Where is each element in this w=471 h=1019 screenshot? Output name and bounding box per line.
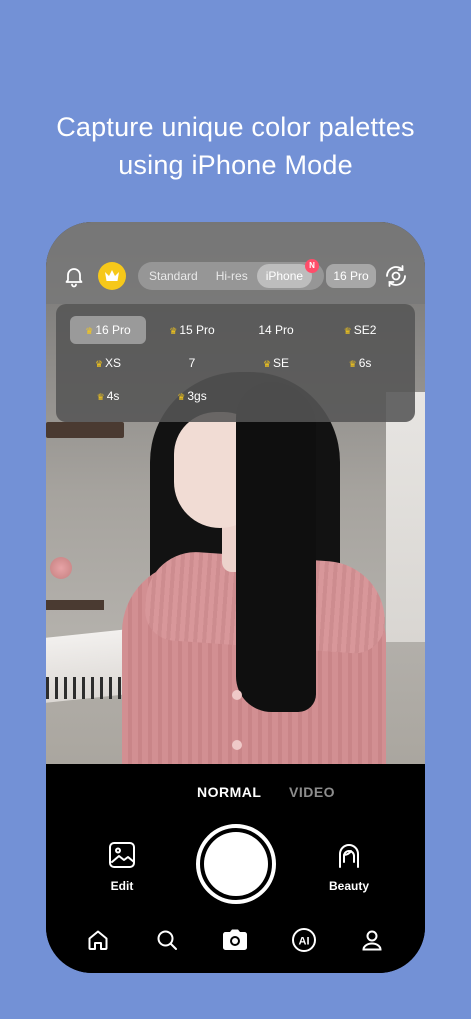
model-option[interactable]: 7: [154, 349, 230, 377]
camera-mode-selector: Standard Hi-res iPhone: [138, 262, 324, 290]
crown-icon: ♛: [94, 359, 104, 369]
model-option[interactable]: ♛ 4s: [70, 382, 146, 410]
capture-mode-normal[interactable]: NORMAL: [197, 784, 261, 800]
mode-standard[interactable]: Standard: [140, 264, 207, 288]
crown-icon: ♛: [348, 359, 357, 369]
crown-icon: ♛: [169, 326, 178, 336]
shutter-button[interactable]: [196, 824, 276, 904]
crown-icon: ♛: [85, 326, 94, 336]
ai-icon[interactable]: AI: [284, 920, 324, 960]
model-option[interactable]: ♛ 3gs: [154, 382, 230, 410]
flip-camera-icon[interactable]: [382, 262, 410, 290]
bottom-tab-bar: AI: [46, 920, 425, 964]
mode-hi-res[interactable]: Hi-res: [207, 264, 257, 288]
model-option[interactable]: ♛ 16 Pro: [70, 316, 146, 344]
headline-line-2: using iPhone Mode: [118, 150, 353, 180]
new-badge: N: [305, 259, 319, 273]
phone-mockup: Standard Hi-res iPhone N 16 Pro ♛ 16 Pro …: [46, 222, 425, 973]
crown-icon[interactable]: [98, 262, 126, 290]
model-option[interactable]: ♛ SE2: [322, 316, 398, 344]
camera-controls: NORMAL VIDEO Edit Beauty AI: [46, 764, 425, 973]
headline: Capture unique color palettes using iPho…: [0, 108, 471, 184]
mode-iphone[interactable]: iPhone: [256, 264, 313, 288]
model-option[interactable]: 14 Pro: [238, 316, 314, 344]
model-option[interactable]: ♛ XS: [70, 349, 146, 377]
crown-icon: ♛: [96, 392, 105, 402]
ai-icon-text: AI: [299, 936, 310, 948]
crown-icon: ♛: [343, 326, 352, 336]
camera-viewfinder: Standard Hi-res iPhone N 16 Pro ♛ 16 Pro …: [46, 222, 425, 764]
crown-icon: ♛: [262, 359, 272, 369]
iphone-model-dropdown: ♛ 16 Pro ♛ 15 Pro 14 Pro ♛ SE2 ♛ XS 7 ♛ SE ♛ 6…: [56, 304, 415, 422]
beauty-label: Beauty: [328, 879, 369, 893]
beauty-face-icon: [339, 844, 359, 868]
capture-mode-video[interactable]: VIDEO: [289, 784, 335, 800]
camera-icon[interactable]: [215, 920, 255, 960]
crown-icon: ♛: [177, 392, 186, 402]
home-icon[interactable]: [78, 920, 118, 960]
bell-icon[interactable]: [60, 262, 88, 290]
model-option[interactable]: ♛ 15 Pro: [154, 316, 230, 344]
model-option[interactable]: ♛ SE: [238, 349, 314, 377]
edit-label: Edit: [110, 879, 134, 893]
headline-line-1: Capture unique color palettes: [56, 112, 415, 142]
iphone-model-selector[interactable]: 16 Pro: [326, 264, 376, 288]
model-option[interactable]: ♛ 6s: [322, 349, 398, 377]
edit-photo-icon: [109, 842, 135, 868]
edit-button[interactable]: Edit: [92, 840, 152, 893]
search-icon[interactable]: [147, 920, 187, 960]
profile-icon[interactable]: [352, 920, 392, 960]
beauty-button[interactable]: Beauty: [319, 840, 379, 893]
